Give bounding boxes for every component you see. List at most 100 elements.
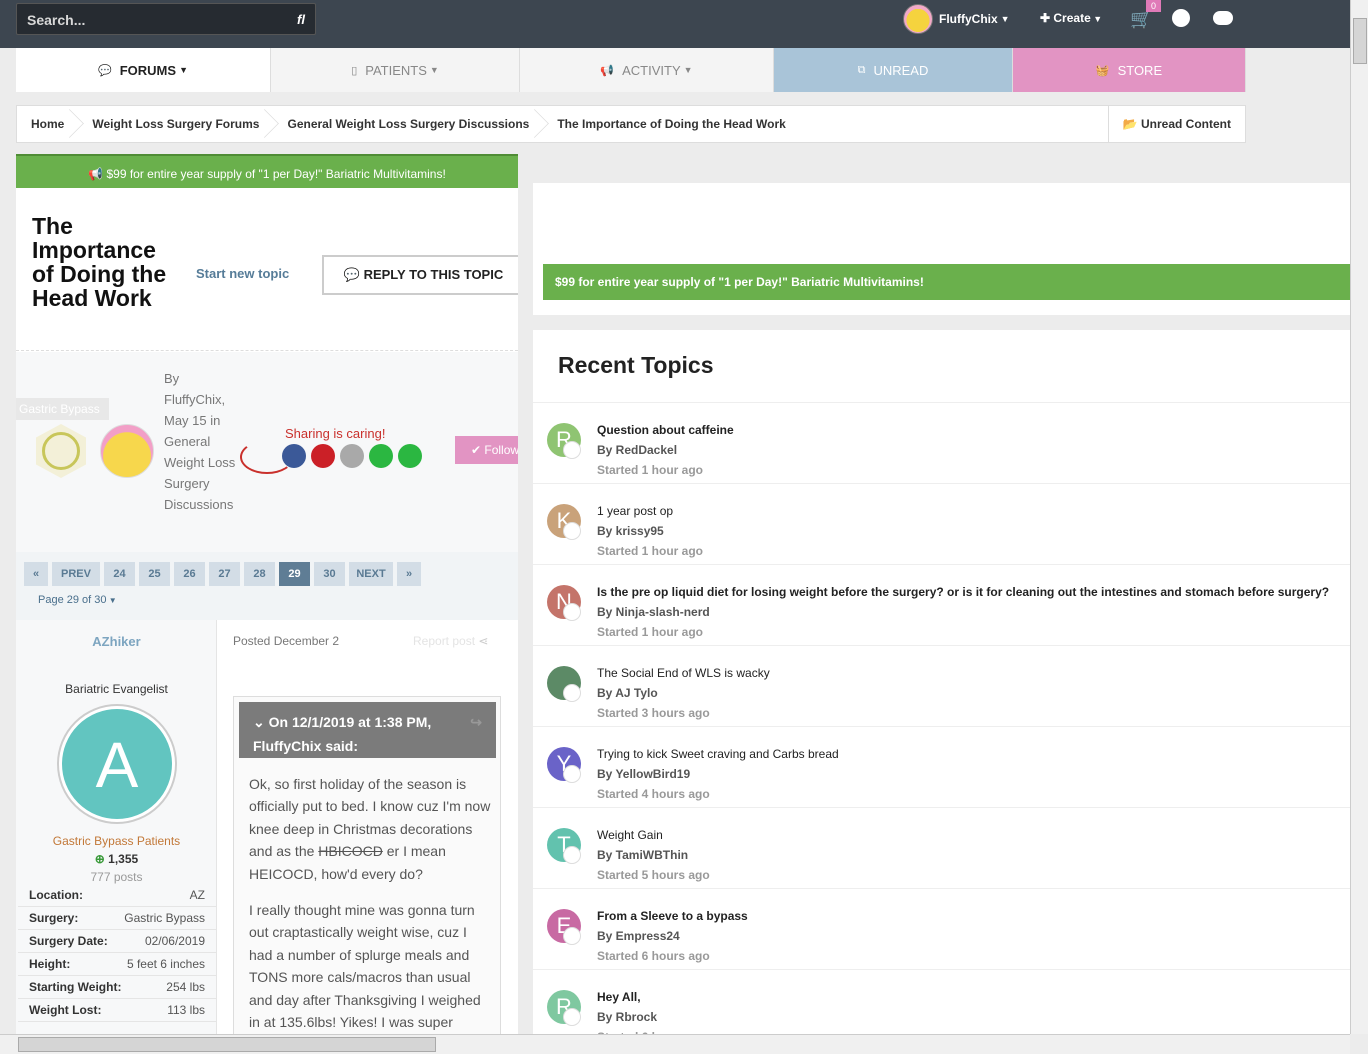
post-author-panel: AZhiker Bariatric Evangelist A Gastric B… [16,620,217,1034]
profile-field: Surgery Date: 02/06/2019 [18,930,217,953]
cart-icon[interactable]: 🛒 [1130,9,1152,30]
topic-author[interactable]: By AJ Tylo [597,686,658,700]
globe-icon[interactable] [1172,9,1190,27]
post-author-name[interactable]: AZhiker [16,634,217,649]
field-key: Starting Weight: [29,980,122,994]
search-input[interactable]: Search... fl [16,3,316,35]
sidebar-ad: $99 for entire year supply of "1 per Day… [533,183,1350,315]
topic-title-link[interactable]: 1 year post op [597,504,673,518]
page-last[interactable]: » [397,562,421,586]
reply-button[interactable]: 💬 REPLY TO THIS TOPIC [322,255,518,295]
rank-badge-icon [563,441,581,459]
avatar[interactable] [100,424,154,478]
topic-author[interactable]: By TamiWBThin [597,848,688,862]
reply-arrow-icon[interactable]: ↪ [470,710,482,734]
tab-patients[interactable]: ▯ PATIENTS ▼ [271,48,520,92]
page-link[interactable]: 26 [174,562,205,586]
list-item[interactable]: N Is the pre op liquid diet for losing we… [533,564,1350,645]
topic-title-link[interactable]: Weight Gain [597,828,663,842]
rank-badge-icon [563,1008,581,1026]
page-link[interactable]: 27 [209,562,240,586]
page-current[interactable]: 29 [279,562,310,586]
topic-author[interactable]: By YellowBird19 [597,767,690,781]
post-count: 777 posts [90,870,143,884]
email-icon[interactable] [340,444,364,468]
list-item[interactable]: K1 year post op By krissy95 Started 1 hour… [533,483,1350,564]
avatar [903,4,933,34]
create-menu[interactable]: ✚ Create ▼ [1040,11,1102,25]
topic-title-link[interactable]: Is the pre op liquid diet for losing wei… [597,585,1329,599]
field-key: Location: [29,888,83,902]
breadcrumb-forums[interactable]: Weight Loss Surgery Forums [78,105,273,143]
chevron-down-icon[interactable]: ⌄ [253,714,269,730]
page-jump[interactable]: Page 29 of 30 ▼ [38,594,117,606]
quote-author: FluffyChix said: [253,738,359,754]
breadcrumb-general[interactable]: General Weight Loss Surgery Discussions [273,105,543,143]
facebook-icon[interactable] [282,444,306,468]
topic-title-link[interactable]: Trying to kick Sweet craving and Carbs b… [597,747,839,761]
horizontal-scrollbar[interactable] [0,1034,1350,1054]
page-link[interactable]: 30 [314,562,345,586]
user-menu[interactable]: FluffyChix ▼ [903,4,1010,34]
list-item[interactable]: The Social End of WLS is wacky By AJ Tylo… [533,645,1350,726]
badge-ring [42,432,80,470]
topic-title-link[interactable]: Hey All, [597,990,641,1004]
topic-title-link[interactable]: The Social End of WLS is wacky [597,666,770,680]
divider [16,350,518,351]
page-next[interactable]: NEXT [349,562,393,586]
tab-forums[interactable]: 💬 FORUMS ▼ [16,48,271,92]
topic-started: Started 3 hours ago [597,706,710,720]
plus-icon: ✚ [1040,11,1054,25]
search-icon[interactable]: fl [297,12,305,27]
whatsapp-icon[interactable] [369,444,393,468]
avatar[interactable]: A [59,706,175,822]
report-post-link[interactable]: Report post ⋖ [413,634,488,648]
page-link[interactable]: 24 [104,562,135,586]
scrollbar-thumb[interactable] [18,1037,436,1052]
share-more-icon[interactable] [398,444,422,468]
tab-store[interactable]: 🧺 STORE [1013,48,1246,92]
pinterest-icon[interactable] [311,444,335,468]
topic-title-link[interactable]: From a Sleeve to a bypass [597,909,748,923]
page-first[interactable]: « [24,562,48,586]
start-new-topic-link[interactable]: Start new topic [196,266,289,281]
topic-author[interactable]: By Empress24 [597,929,680,943]
topic-started: Started 6 hours ago [597,949,710,963]
breadcrumb-topic[interactable]: The Importance of Doing the Head Work [543,105,799,143]
page-prev[interactable]: PREV [52,562,100,586]
list-item[interactable]: T Weight Gain By TamiWBThin Started 5 hours… [533,807,1350,888]
field-value: 02/06/2019 [144,934,205,948]
cart-count-badge: 0 [1146,0,1162,12]
topic-author[interactable]: By Rbrock [597,1010,657,1024]
list-item[interactable]: RHey All,By RbrockStarted 6 hours ago [533,969,1350,1034]
promo-text: $99 for entire year supply of "1 per Day… [106,167,446,181]
unread-content-button[interactable]: 📂 Unread Content [1107,106,1245,142]
list-item[interactable]: R Question about caffeine By RedDackel Star… [533,402,1350,483]
post: AZhiker Bariatric Evangelist A Gastric B… [16,620,518,1034]
comments-icon: 💬 [98,64,112,77]
follow-button[interactable]: ✔ Followin [455,436,518,464]
quote-date: On 12/1/2019 at 1:38 PM, [268,714,432,730]
promo-banner[interactable]: 📢 $99 for entire year supply of "1 per D… [16,154,518,188]
scrollbar-thumb[interactable] [1353,18,1367,64]
recent-topics-widget: Recent Topics R Question about caffeine By… [533,330,1350,1034]
page-link[interactable]: 28 [244,562,275,586]
promo-banner[interactable]: $99 for entire year supply of "1 per Day… [543,264,1350,300]
topic-author[interactable]: By Ninja-slash-nerd [597,605,710,619]
topic-author[interactable]: By krissy95 [597,524,664,538]
tab-store-label: STORE [1117,62,1163,78]
topic-title-link[interactable]: Question about caffeine [597,423,734,437]
comment-icon: 💬 [343,267,364,282]
topic-author[interactable]: By RedDackel [597,443,677,457]
tab-unread[interactable]: ⧉ UNREAD [774,48,1013,92]
profile-field: Weight Lost: 113 lbs [18,999,217,1022]
page-link[interactable]: 25 [139,562,170,586]
share-icon[interactable]: ⋖ [478,634,488,648]
list-item[interactable]: Y Trying to kick Sweet craving and Carbs … [533,726,1350,807]
list-item[interactable]: E From a Sleeve to a bypass By Empress24 St… [533,888,1350,969]
chat-icon[interactable] [1213,11,1233,25]
vertical-scrollbar[interactable] [1350,0,1368,1034]
topic-column: 📢 $99 for entire year supply of "1 per D… [16,154,518,1034]
tab-activity[interactable]: 📢 ACTIVITY ▼ [520,48,774,92]
breadcrumb-home[interactable]: Home [17,105,78,143]
